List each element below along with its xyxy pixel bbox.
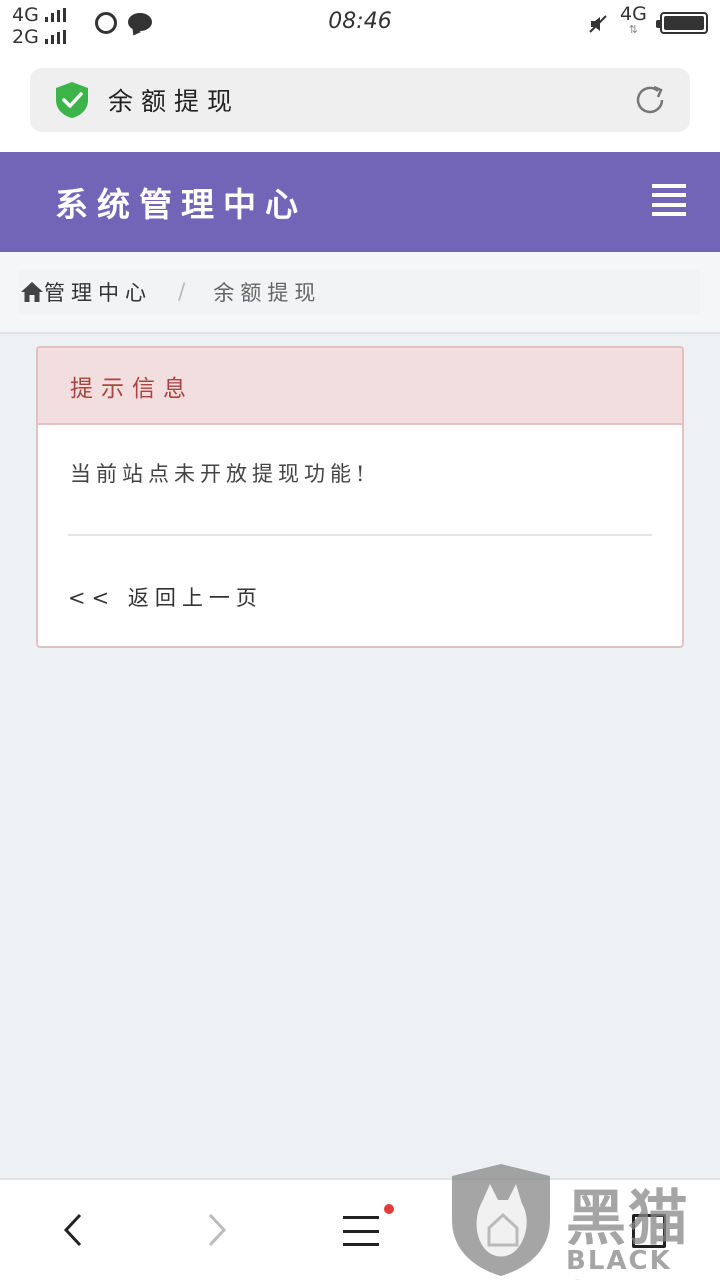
mute-icon [589,15,607,33]
watermark-name-en: BLACK CAT [566,1246,672,1280]
address-bar[interactable]: 余额提现 [30,68,690,132]
hamburger-menu-icon[interactable] [652,184,686,216]
watermark: 黑猫 BLACK CAT [448,1162,720,1280]
reload-icon[interactable] [632,82,668,118]
status-bar: 4G 2G 08:46 4G ⇅ [0,0,720,52]
divider [68,534,652,536]
forward-icon[interactable] [206,1212,228,1248]
breadcrumb: 管理中心 / 余额提现 [18,270,700,314]
site-title: 系统管理中心 [55,185,307,224]
page-title: 余额提现 [108,87,241,116]
secure-shield-icon [56,82,88,118]
data-type: 4G ⇅ [620,3,647,36]
menu-icon[interactable] [343,1216,379,1246]
breadcrumb-home-link[interactable]: 管理中心 [44,277,152,307]
breadcrumb-separator: / [178,279,186,305]
data-type-label: 4G [620,3,647,25]
alert-message: 当前站点未开放提现功能! [70,462,370,486]
data-arrows-icon: ⇅ [628,23,639,36]
watermark-name-cn: 黑猫 [566,1184,690,1254]
site-header: 系统管理中心 [0,152,720,252]
alert-panel: 提示信息 当前站点未开放提现功能! << 返回上一页 [36,346,684,648]
breadcrumb-current: 余额提现 [213,281,322,305]
panel-title: 提示信息 [70,375,194,402]
cat-shield-logo-icon [452,1164,550,1276]
home-icon[interactable] [20,281,44,303]
address-bar-area: 余额提现 [0,52,720,152]
panel-heading: 提示信息 [38,348,682,425]
breadcrumb-area: 管理中心 / 余额提现 [0,252,720,334]
notification-dot [384,1204,394,1214]
battery-icon [656,12,708,34]
back-icon[interactable] [62,1212,84,1248]
clock: 08:46 [328,9,392,34]
back-link[interactable]: << 返回上一页 [68,582,263,612]
